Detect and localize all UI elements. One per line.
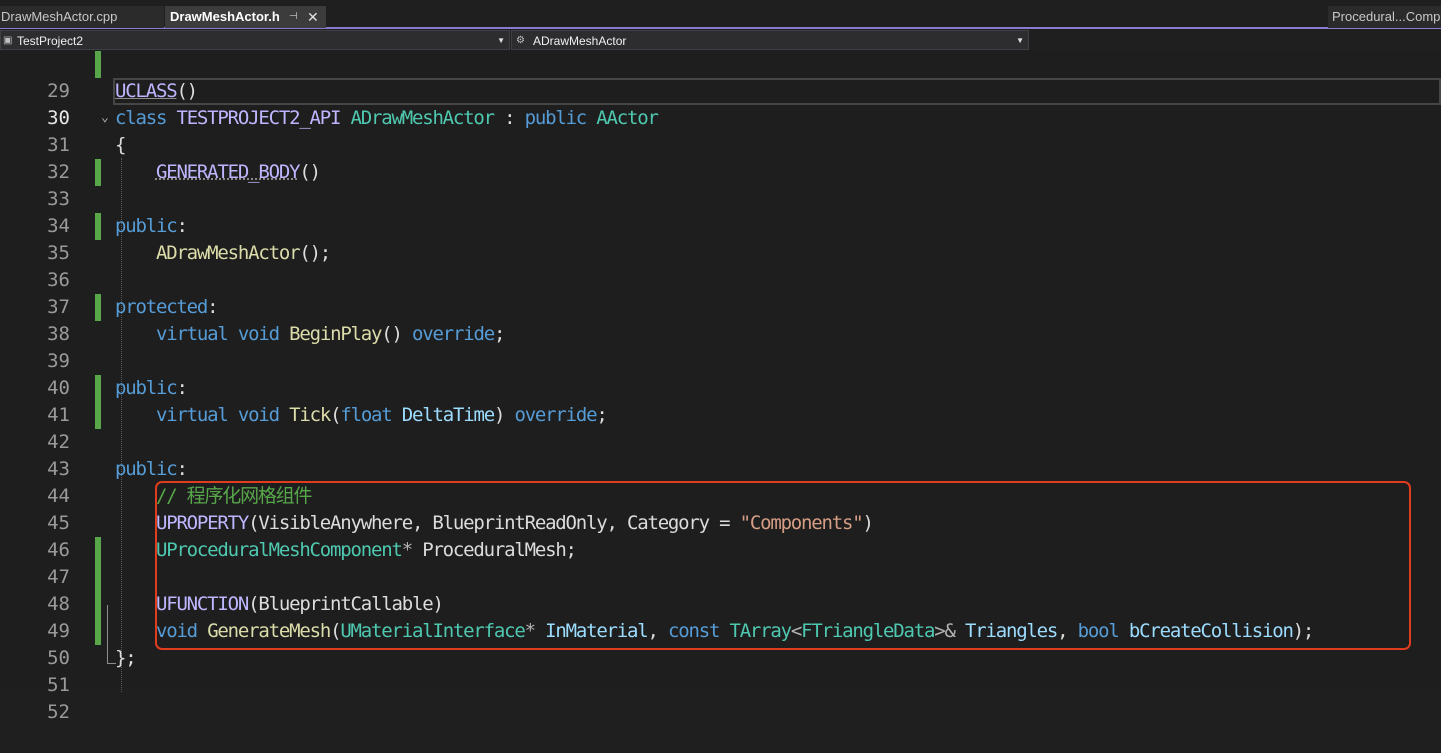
- tab-drawmeshactor-h[interactable]: DrawMeshActor.h ⊣ ✕: [165, 6, 326, 28]
- code-line-43[interactable]: 43: [0, 429, 1441, 480]
- code-text: ADrawMeshActor();: [155, 242, 331, 264]
- class-icon: ⚙: [516, 35, 525, 46]
- code-line-39[interactable]: 39 virtual void BeginPlay() override;: [0, 321, 1441, 372]
- code-line-52[interactable]: 52: [0, 672, 1441, 723]
- change-marker: [95, 51, 101, 78]
- change-marker: [95, 564, 101, 591]
- change-marker: [95, 294, 101, 321]
- change-marker: [95, 618, 101, 645]
- code-line-34[interactable]: 34: [0, 186, 1441, 237]
- fold-toggle-icon[interactable]: ⌄: [101, 104, 109, 131]
- code-line-32[interactable]: 32 {: [0, 132, 1441, 183]
- close-icon[interactable]: ✕: [307, 6, 319, 28]
- code-line-51[interactable]: 51 };: [0, 645, 1441, 696]
- code-line-31[interactable]: 31 ⌄ class TESTPROJECT2_API ADrawMeshAct…: [0, 104, 1441, 156]
- code-line-29[interactable]: 29: [0, 51, 1441, 102]
- code-text: virtual void Tick(float DeltaTime) overr…: [155, 404, 608, 426]
- code-text: UPROPERTY(VisibleAnywhere, BlueprintRead…: [155, 512, 874, 534]
- code-text: // 程序化网格组件: [155, 485, 313, 507]
- code-line-46[interactable]: 46 UPROPERTY(VisibleAnywhere, BlueprintR…: [0, 510, 1441, 561]
- change-marker: [95, 375, 101, 402]
- change-marker: [95, 591, 101, 618]
- class-dropdown[interactable]: ⚙ ADrawMeshActor ▼: [511, 30, 1029, 50]
- code-line-41[interactable]: 41 public:: [0, 375, 1441, 426]
- code-line-50[interactable]: 50 void GenerateMesh(UMaterialInterface*…: [0, 618, 1441, 669]
- code-line-38[interactable]: 38 protected:: [0, 294, 1441, 345]
- code-text: public:: [115, 458, 188, 480]
- code-text: {: [115, 134, 126, 156]
- code-line-35[interactable]: 35 public:: [0, 213, 1441, 264]
- code-line-30[interactable]: 30 UCLASS(): [0, 78, 1441, 129]
- code-text: protected:: [115, 296, 219, 318]
- code-text: GENERATED_BODY(): [155, 161, 321, 183]
- change-marker: [95, 402, 101, 429]
- class-name: ADrawMeshActor: [533, 34, 627, 48]
- tab-label: DrawMeshActor.h: [170, 9, 280, 24]
- code-text: UFUNCTION(BlueprintCallable): [155, 593, 444, 615]
- document-tab-bar: DrawMeshActor.cpp DrawMeshActor.h ⊣ ✕ Pr…: [0, 0, 1441, 29]
- code-line-36[interactable]: 36 ADrawMeshActor();: [0, 240, 1441, 291]
- tab-drawmeshactor-cpp[interactable]: DrawMeshActor.cpp: [0, 6, 164, 28]
- code-text: UCLASS(): [115, 80, 198, 102]
- code-text: void GenerateMesh(UMaterialInterface* In…: [155, 620, 1314, 642]
- code-text: virtual void BeginPlay() override;: [155, 323, 505, 345]
- change-marker: [95, 213, 101, 240]
- change-marker: [95, 537, 101, 564]
- chevron-down-icon: ▼: [497, 36, 505, 45]
- navigation-bar: ▣ TestProject2 ▼ ⚙ ADrawMeshActor ▼: [0, 29, 1441, 51]
- code-line-49[interactable]: 49 UFUNCTION(BlueprintCallable): [0, 591, 1441, 642]
- tab-label: DrawMeshActor.cpp: [1, 9, 118, 24]
- code-line-45[interactable]: 45 // 程序化网格组件: [0, 483, 1441, 534]
- chevron-down-icon: ▼: [1016, 36, 1024, 45]
- tab-label: Procedural...Comp: [1332, 9, 1441, 24]
- line-number: 52: [47, 701, 70, 723]
- code-text: class TESTPROJECT2_API ADrawMeshActor : …: [115, 107, 659, 129]
- project-name: TestProject2: [17, 34, 84, 48]
- project-icon: ▣: [3, 35, 13, 46]
- code-line-37[interactable]: 37: [0, 267, 1441, 318]
- code-text: };: [115, 647, 137, 669]
- code-line-40[interactable]: 40: [0, 348, 1441, 399]
- code-text: UProceduralMeshComponent* ProceduralMesh…: [155, 539, 577, 561]
- code-text: public:: [115, 215, 188, 237]
- code-line-47[interactable]: 47 UProceduralMeshComponent* ProceduralM…: [0, 537, 1441, 588]
- project-dropdown[interactable]: ▣ TestProject2 ▼: [0, 30, 510, 50]
- code-text: public:: [115, 377, 188, 399]
- change-marker: [95, 159, 101, 186]
- code-editor[interactable]: 29 30 UCLASS() 31 ⌄ class TESTPROJECT2_A…: [0, 51, 1441, 723]
- code-line-48[interactable]: 48: [0, 564, 1441, 615]
- code-line-44[interactable]: 44 public:: [0, 456, 1441, 507]
- code-line-33[interactable]: 33 GENERATED_BODY(): [0, 159, 1441, 210]
- tab-proceduralmeshcomponent[interactable]: Procedural...Comp: [1328, 6, 1441, 28]
- pin-icon[interactable]: ⊣: [289, 6, 298, 28]
- code-line-42[interactable]: 42 virtual void Tick(float DeltaTime) ov…: [0, 402, 1441, 453]
